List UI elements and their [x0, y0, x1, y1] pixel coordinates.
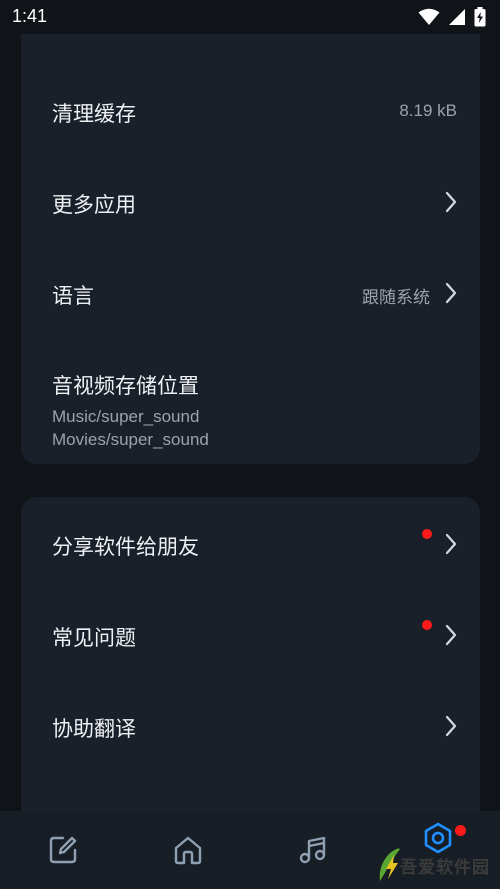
watermark-logo-icon: [379, 848, 400, 881]
watermark-text: 吾爱软件园: [400, 858, 490, 878]
media-storage-label: 音视频存储位置: [52, 374, 199, 398]
faq-row[interactable]: 常见问题: [21, 598, 480, 673]
movies-path: Movies/super_sound: [52, 430, 209, 449]
status-time: 1:41: [12, 6, 48, 26]
language-value: 跟随系统: [362, 288, 430, 307]
language-label: 语言: [52, 284, 94, 308]
settings-card-more: 分享软件给朋友 常见问题 协助翻译: [21, 497, 480, 837]
music-path: Music/super_sound: [52, 407, 200, 426]
language-row[interactable]: 语言 跟随系统: [21, 256, 480, 331]
settings-card-general: 清理缓存 8.19 kB 更多应用 语言 跟随系统 音视频存储位置 Music/…: [21, 34, 480, 464]
battery-charging-icon: [474, 7, 486, 27]
cache-size-value: 8.19 kB: [399, 101, 457, 120]
status-bar: 1:41: [0, 0, 500, 34]
watermark: 吾爱软件园: [376, 825, 494, 885]
chevron-right-icon: [443, 533, 459, 555]
help-translate-row[interactable]: 协助翻译: [21, 689, 480, 764]
share-app-label: 分享软件给朋友: [52, 535, 199, 559]
more-apps-label: 更多应用: [52, 193, 136, 217]
edit-icon[interactable]: [46, 833, 80, 867]
status-icons: [418, 6, 486, 28]
wifi-icon: [418, 8, 440, 26]
notification-dot: [422, 620, 432, 630]
faq-label: 常见问题: [52, 626, 136, 650]
music-note-icon[interactable]: [296, 833, 330, 867]
media-storage-row[interactable]: 音视频存储位置 Music/super_sound Movies/super_s…: [21, 348, 480, 458]
chevron-right-icon: [443, 191, 459, 213]
cellular-signal-icon: [448, 8, 466, 26]
notification-dot: [422, 529, 432, 539]
chevron-right-icon: [443, 715, 459, 737]
share-app-row[interactable]: 分享软件给朋友: [21, 507, 480, 582]
chevron-right-icon: [443, 282, 459, 304]
help-translate-label: 协助翻译: [52, 717, 136, 741]
clear-cache-label: 清理缓存: [52, 102, 136, 126]
more-apps-row[interactable]: 更多应用: [21, 165, 480, 240]
clear-cache-row[interactable]: 清理缓存 8.19 kB: [21, 74, 480, 149]
chevron-right-icon: [443, 624, 459, 646]
home-icon[interactable]: [171, 833, 205, 867]
